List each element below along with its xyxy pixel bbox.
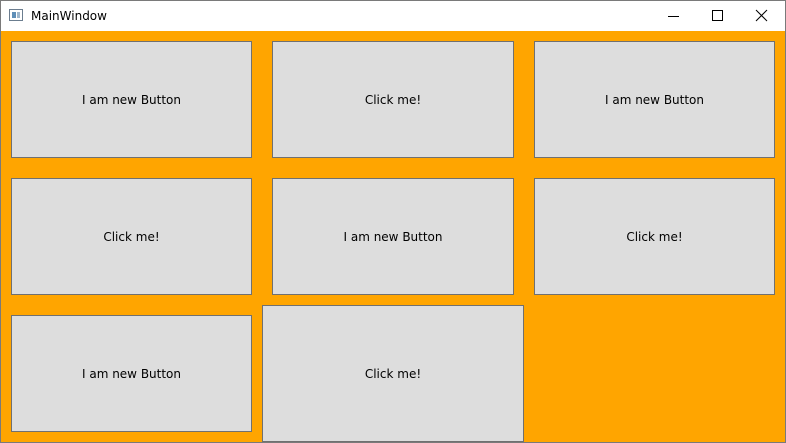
window-title: MainWindow bbox=[31, 9, 107, 23]
grid-button-7[interactable]: I am new Button bbox=[11, 315, 252, 432]
maximize-button[interactable] bbox=[695, 1, 739, 31]
main-window: MainWindow I am new Button Click me! I a… bbox=[0, 0, 786, 443]
minimize-icon bbox=[668, 16, 679, 17]
minimize-button[interactable] bbox=[652, 1, 696, 31]
maximize-icon bbox=[712, 10, 723, 21]
button-label: Click me! bbox=[103, 229, 160, 244]
button-label: I am new Button bbox=[343, 229, 443, 244]
grid-button-8[interactable]: Click me! bbox=[262, 305, 524, 442]
button-label: Click me! bbox=[364, 92, 422, 107]
app-icon[interactable] bbox=[9, 9, 23, 21]
grid-button-6[interactable]: Click me! bbox=[534, 178, 775, 295]
grid-button-2[interactable]: Click me! bbox=[272, 41, 514, 158]
button-label: Click me! bbox=[626, 229, 683, 244]
close-button[interactable] bbox=[739, 1, 783, 31]
close-icon bbox=[755, 9, 768, 22]
grid-button-5[interactable]: I am new Button bbox=[272, 178, 514, 295]
button-grid: I am new Button Click me! I am new Butto… bbox=[1, 31, 785, 442]
grid-button-3[interactable]: I am new Button bbox=[534, 41, 775, 158]
button-label: I am new Button bbox=[604, 92, 705, 107]
button-label: I am new Button bbox=[81, 92, 182, 107]
grid-button-1[interactable]: I am new Button bbox=[11, 41, 252, 158]
button-label: I am new Button bbox=[81, 366, 182, 381]
grid-button-4[interactable]: Click me! bbox=[11, 178, 252, 295]
button-label: Click me! bbox=[364, 366, 422, 381]
title-bar[interactable]: MainWindow bbox=[1, 1, 785, 31]
